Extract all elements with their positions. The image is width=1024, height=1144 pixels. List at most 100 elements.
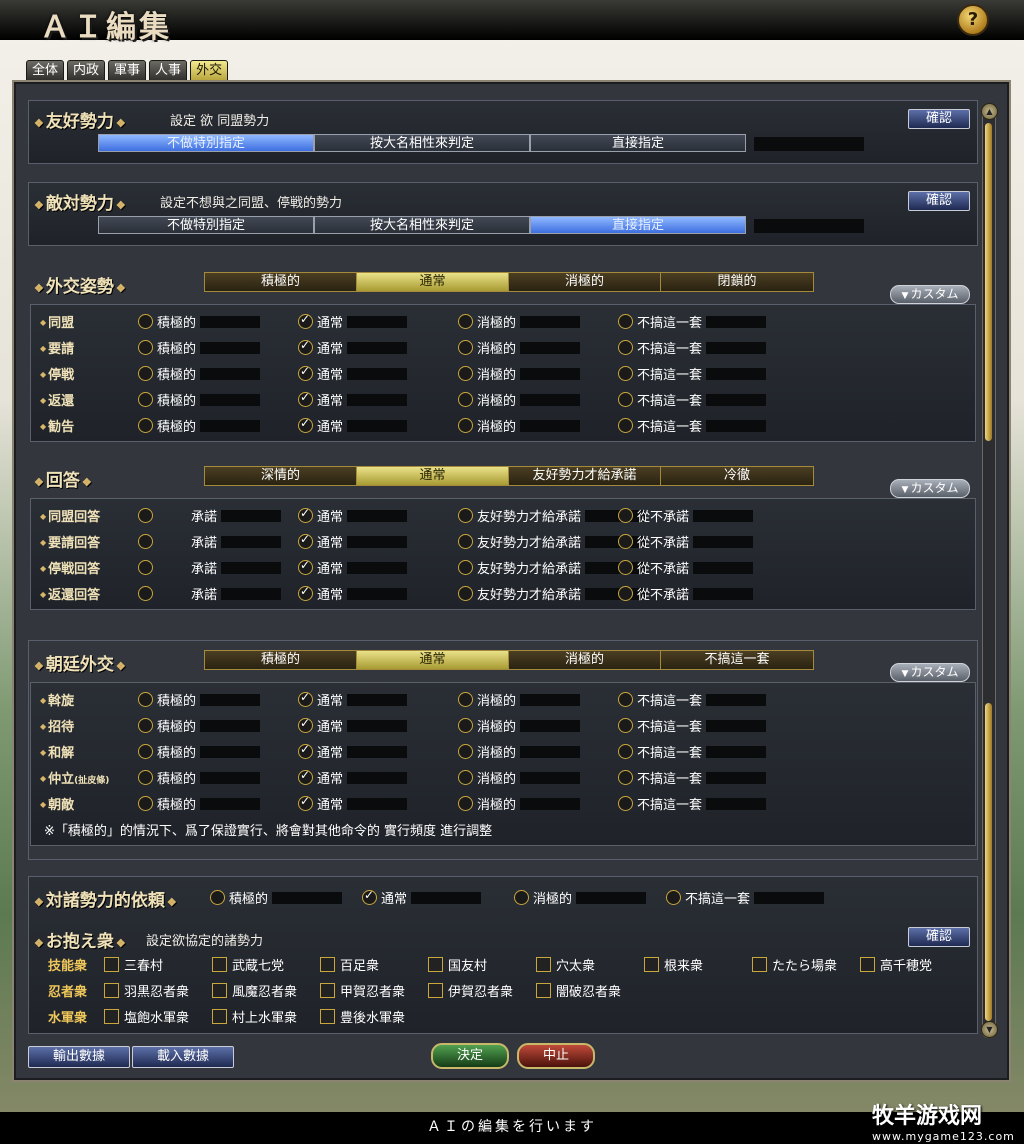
- radio-icon[interactable]: [298, 690, 313, 707]
- court-radio-2[interactable]: 消極的: [458, 742, 581, 761]
- retainer-checkbox[interactable]: 伊賀忍者衆: [428, 981, 513, 1000]
- court-level-3[interactable]: 不搞這一套: [661, 651, 813, 669]
- radio-icon[interactable]: [298, 338, 313, 355]
- radio-icon[interactable]: [618, 314, 633, 329]
- checkbox-icon[interactable]: [104, 957, 119, 972]
- radio-icon[interactable]: [138, 392, 153, 407]
- radio-icon[interactable]: [362, 888, 377, 905]
- diplomacy-radio-1[interactable]: 通常: [298, 390, 408, 409]
- court-radio-3[interactable]: 不搞這一套: [618, 716, 767, 735]
- hostile-option-0[interactable]: 不做特別指定: [98, 216, 314, 234]
- checkbox-icon[interactable]: [212, 1009, 227, 1024]
- diplomacy-radio-1[interactable]: 通常: [298, 312, 408, 331]
- diplomacy-radio-1[interactable]: 通常: [298, 416, 408, 435]
- radio-icon[interactable]: [458, 418, 473, 433]
- retainer-checkbox[interactable]: 穴太衆: [536, 955, 595, 974]
- radio-icon[interactable]: [298, 416, 313, 433]
- answer-radio-3[interactable]: 從不承諾: [618, 506, 754, 525]
- radio-icon[interactable]: [458, 314, 473, 329]
- diplomacy-custom-button[interactable]: ▼ カスタム: [890, 285, 970, 304]
- answer-radio-2[interactable]: 友好勢力才給承諾: [458, 532, 646, 551]
- answer-radio-2[interactable]: 友好勢力才給承諾: [458, 558, 646, 577]
- radio-icon[interactable]: [458, 366, 473, 381]
- retainer-checkbox[interactable]: 風魔忍者衆: [212, 981, 297, 1000]
- diplomacy-radio-3[interactable]: 不搞這一套: [618, 312, 767, 331]
- radio-icon[interactable]: [138, 718, 153, 733]
- court-level-1[interactable]: 通常: [357, 651, 509, 669]
- tab-3[interactable]: 人事: [149, 60, 188, 82]
- radio-icon[interactable]: [618, 418, 633, 433]
- scroll-down-icon[interactable]: ▼: [981, 1021, 998, 1038]
- diplomacy-radio-1[interactable]: 通常: [298, 364, 408, 383]
- retainers-confirm-button[interactable]: 確認: [908, 927, 970, 947]
- radio-icon[interactable]: [298, 390, 313, 407]
- checkbox-icon[interactable]: [104, 1009, 119, 1024]
- radio-icon[interactable]: [514, 890, 529, 905]
- radio-icon[interactable]: [298, 312, 313, 329]
- answer-radio-1[interactable]: 通常: [298, 584, 408, 603]
- court-level-2[interactable]: 消極的: [509, 651, 661, 669]
- radio-icon[interactable]: [138, 744, 153, 759]
- court-radio-0[interactable]: 積極的: [138, 768, 261, 787]
- checkbox-icon[interactable]: [752, 957, 767, 972]
- court-radio-1[interactable]: 通常: [298, 690, 408, 709]
- diplomacy-level-2[interactable]: 消極的: [509, 273, 661, 291]
- scroll-up-icon[interactable]: ▲: [981, 103, 998, 120]
- radio-icon[interactable]: [138, 534, 153, 549]
- answer-radio-1[interactable]: 通常: [298, 506, 408, 525]
- diplomacy-radio-3[interactable]: 不搞這一套: [618, 338, 767, 357]
- scroll-thumb-upper[interactable]: [985, 123, 992, 441]
- hostile-confirm-button[interactable]: 確認: [908, 191, 970, 211]
- friendly-option-0[interactable]: 不做特別指定: [98, 134, 314, 152]
- diplomacy-radio-2[interactable]: 消極的: [458, 364, 581, 383]
- checkbox-icon[interactable]: [536, 983, 551, 998]
- radio-icon[interactable]: [618, 560, 633, 575]
- radio-icon[interactable]: [618, 392, 633, 407]
- radio-icon[interactable]: [618, 340, 633, 355]
- radio-icon[interactable]: [298, 558, 313, 575]
- answer-radio-1[interactable]: 通常: [298, 558, 408, 577]
- checkbox-icon[interactable]: [428, 983, 443, 998]
- radio-icon[interactable]: [298, 716, 313, 733]
- retainer-checkbox[interactable]: 村上水軍衆: [212, 1007, 297, 1026]
- radio-icon[interactable]: [458, 560, 473, 575]
- answer-radio-3[interactable]: 從不承諾: [618, 532, 754, 551]
- answer-radio-0[interactable]: 承諾: [138, 506, 282, 525]
- retainer-checkbox[interactable]: 根来衆: [644, 955, 703, 974]
- checkbox-icon[interactable]: [320, 957, 335, 972]
- answer-radio-2[interactable]: 友好勢力才給承諾: [458, 584, 646, 603]
- retainer-checkbox[interactable]: 三春村: [104, 955, 163, 974]
- radio-icon[interactable]: [210, 890, 225, 905]
- radio-icon[interactable]: [298, 584, 313, 601]
- scrollbar[interactable]: ▲ ▼: [981, 103, 998, 1038]
- diplomacy-radio-3[interactable]: 不搞這一套: [618, 390, 767, 409]
- import-data-button[interactable]: 載入數據: [132, 1046, 234, 1068]
- answer-level-0[interactable]: 深情的: [205, 467, 357, 485]
- radio-icon[interactable]: [458, 692, 473, 707]
- radio-icon[interactable]: [618, 508, 633, 523]
- retainer-checkbox[interactable]: 武蔵七党: [212, 955, 284, 974]
- radio-icon[interactable]: [458, 770, 473, 785]
- radio-icon[interactable]: [458, 586, 473, 601]
- radio-icon[interactable]: [138, 340, 153, 355]
- checkbox-icon[interactable]: [860, 957, 875, 972]
- retainer-checkbox[interactable]: 塩飽水軍衆: [104, 1007, 189, 1026]
- hostile-option-2[interactable]: 直接指定: [530, 216, 746, 234]
- checkbox-icon[interactable]: [212, 957, 227, 972]
- scroll-thumb-lower[interactable]: [985, 703, 992, 1021]
- radio-icon[interactable]: [138, 586, 153, 601]
- radio-icon[interactable]: [618, 718, 633, 733]
- tab-2[interactable]: 軍事: [108, 60, 147, 82]
- court-radio-2[interactable]: 消極的: [458, 716, 581, 735]
- retainer-checkbox[interactable]: 甲賀忍者衆: [320, 981, 405, 1000]
- radio-icon[interactable]: [458, 392, 473, 407]
- friendly-option-2[interactable]: 直接指定: [530, 134, 746, 152]
- diplomacy-radio-0[interactable]: 積極的: [138, 364, 261, 383]
- diplomacy-radio-2[interactable]: 消極的: [458, 390, 581, 409]
- answer-radio-0[interactable]: 承諾: [138, 532, 282, 551]
- diplomacy-level-3[interactable]: 閉鎖的: [661, 273, 813, 291]
- answer-level-2[interactable]: 友好勢力才給承諾: [509, 467, 661, 485]
- retainer-checkbox[interactable]: たたら場衆: [752, 955, 837, 974]
- export-data-button[interactable]: 輸出數據: [28, 1046, 130, 1068]
- diplomacy-radio-0[interactable]: 積極的: [138, 390, 261, 409]
